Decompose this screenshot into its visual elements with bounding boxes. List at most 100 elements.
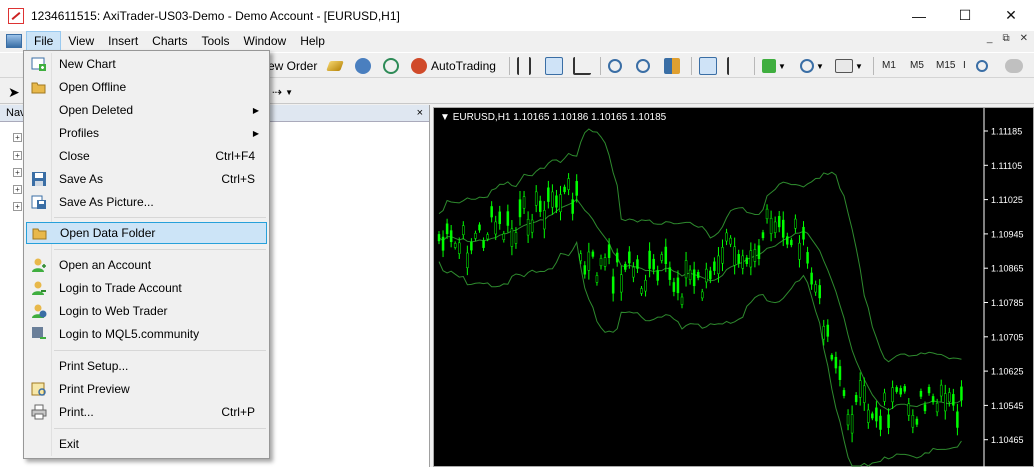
bar-chart-icon[interactable] xyxy=(517,57,531,75)
menu-item-close[interactable]: Close Ctrl+F4 xyxy=(26,145,267,167)
tree-expand-node[interactable]: + xyxy=(13,202,22,211)
menu-item-exit[interactable]: Exit xyxy=(26,433,267,455)
tree-expand-node[interactable]: + xyxy=(13,185,22,194)
candle-body xyxy=(599,258,603,267)
menu-item-login-trade-account[interactable]: Login to Trade Account xyxy=(26,277,267,299)
candle-body xyxy=(749,250,753,268)
submenu-arrow-icon: ▶ xyxy=(252,105,259,115)
chevron-down-icon[interactable]: ▼ xyxy=(816,62,824,71)
candle-body xyxy=(814,284,817,293)
child-restore-icon[interactable]: ⧉ xyxy=(1002,33,1009,44)
menu-item-open-offline[interactable]: Open Offline xyxy=(26,76,267,98)
candle-body xyxy=(615,252,619,263)
chat-icon[interactable] xyxy=(1005,59,1023,73)
chevron-down-icon[interactable]: ▼ xyxy=(285,88,293,97)
candle-body xyxy=(944,393,947,412)
timeframe-more-button[interactable]: I xyxy=(963,60,966,71)
menu-item-print[interactable]: Print... Ctrl+P xyxy=(26,401,267,423)
candle-body xyxy=(948,392,951,403)
price-chart[interactable]: 1.11185 1.11105 1.11025 1.10945 1.10865 1.107… xyxy=(433,107,1034,467)
tree-expand-node[interactable]: + xyxy=(13,168,22,177)
zoom-out-icon[interactable] xyxy=(636,59,650,73)
candle-body xyxy=(887,414,890,428)
menu-view[interactable]: View xyxy=(61,31,101,51)
open-folder-icon xyxy=(30,79,47,95)
candle-body xyxy=(903,386,906,392)
candle-body xyxy=(510,228,514,247)
menu-insert[interactable]: Insert xyxy=(101,31,145,51)
menu-item-new-chart[interactable]: New Chart xyxy=(26,53,267,75)
candle-body xyxy=(506,211,510,226)
tree-expand-node[interactable]: + xyxy=(13,151,22,160)
candle-body xyxy=(773,221,777,233)
candle-body xyxy=(911,415,915,428)
menu-tools[interactable]: Tools xyxy=(195,31,237,51)
candle-body xyxy=(644,279,647,292)
indicators-icon[interactable] xyxy=(762,59,776,73)
chart-shift-icon[interactable] xyxy=(727,57,741,75)
gold-bar-icon[interactable] xyxy=(326,61,344,71)
candle-body xyxy=(729,237,732,245)
candle-body xyxy=(891,387,894,403)
chevron-down-icon[interactable]: ▼ xyxy=(778,62,786,71)
candle-body xyxy=(587,251,591,271)
candle-body xyxy=(482,240,485,248)
menu-item-open-data-folder[interactable]: Open Data Folder xyxy=(26,222,267,244)
menu-item-profiles[interactable]: Profiles ▶ xyxy=(26,122,267,144)
auto-scroll-icon[interactable] xyxy=(699,57,717,75)
candle-body xyxy=(737,253,740,264)
menu-item-print-setup[interactable]: Print Setup... xyxy=(26,355,267,377)
chart-dropdown-icon[interactable]: ▼ xyxy=(440,112,450,123)
menu-charts[interactable]: Charts xyxy=(145,31,194,51)
menu-window[interactable]: Window xyxy=(237,31,294,51)
candle-body xyxy=(696,272,700,278)
candle-body xyxy=(486,234,489,240)
candle-body xyxy=(915,418,919,425)
menu-item-save-as-picture[interactable]: Save As Picture... xyxy=(26,191,267,213)
autotrading-button[interactable]: AutoTrading xyxy=(411,56,496,76)
timeframe-m1-button[interactable]: M1 xyxy=(882,60,896,71)
periods-icon[interactable] xyxy=(800,59,814,73)
tile-windows-icon[interactable] xyxy=(664,58,680,74)
navigator-close-button[interactable]: × xyxy=(417,105,423,121)
close-button[interactable]: ✕ xyxy=(988,0,1034,31)
candle-body xyxy=(721,247,724,264)
candle-body xyxy=(559,194,562,213)
line-chart-icon[interactable] xyxy=(573,57,591,75)
tree-expand-node[interactable]: + xyxy=(13,133,22,142)
minimize-button[interactable]: — xyxy=(896,0,942,31)
price-label: 1.10705 xyxy=(991,332,1024,342)
menu-item-login-web-trader[interactable]: Login to Web Trader xyxy=(26,300,267,322)
menu-file[interactable]: File xyxy=(26,31,62,51)
more-tools-icon[interactable]: ⇢ xyxy=(272,85,282,99)
candle-body xyxy=(518,199,522,218)
menu-help[interactable]: Help xyxy=(293,31,332,51)
candle-body xyxy=(640,288,643,294)
menu-item-save-as[interactable]: Save As Ctrl+S xyxy=(26,168,267,190)
chart-window-icon[interactable] xyxy=(6,34,22,48)
menu-item-open-deleted[interactable]: Open Deleted ▶ xyxy=(26,99,267,121)
search-icon[interactable] xyxy=(976,60,988,72)
account-history-icon[interactable] xyxy=(355,58,371,74)
maximize-button[interactable]: ☐ xyxy=(942,0,988,31)
candle-body xyxy=(591,251,595,257)
signals-icon[interactable] xyxy=(383,58,399,74)
child-minimize-icon[interactable]: _ xyxy=(987,33,993,44)
candle-body xyxy=(583,265,587,275)
cursor-icon[interactable]: ➤ xyxy=(8,84,20,101)
candle-body xyxy=(539,200,542,212)
new-order-button[interactable]: ew Order xyxy=(268,56,317,76)
candle-body xyxy=(838,366,842,380)
candlestick-icon[interactable] xyxy=(545,57,563,75)
menu-item-login-mql5[interactable]: Login to MQL5.community xyxy=(26,323,267,345)
menu-item-open-account[interactable]: Open an Account xyxy=(26,254,267,276)
templates-icon[interactable] xyxy=(835,59,853,73)
child-close-icon[interactable]: ✕ xyxy=(1020,33,1028,44)
timeframe-m5-button[interactable]: M5 xyxy=(910,60,924,71)
candle-body xyxy=(960,386,963,401)
menu-item-print-preview[interactable]: Print Preview xyxy=(26,378,267,400)
timeframe-m15-button[interactable]: M15 xyxy=(936,60,955,71)
zoom-in-icon[interactable] xyxy=(608,59,622,73)
candle-body xyxy=(624,263,627,270)
chevron-down-icon[interactable]: ▼ xyxy=(855,62,863,71)
